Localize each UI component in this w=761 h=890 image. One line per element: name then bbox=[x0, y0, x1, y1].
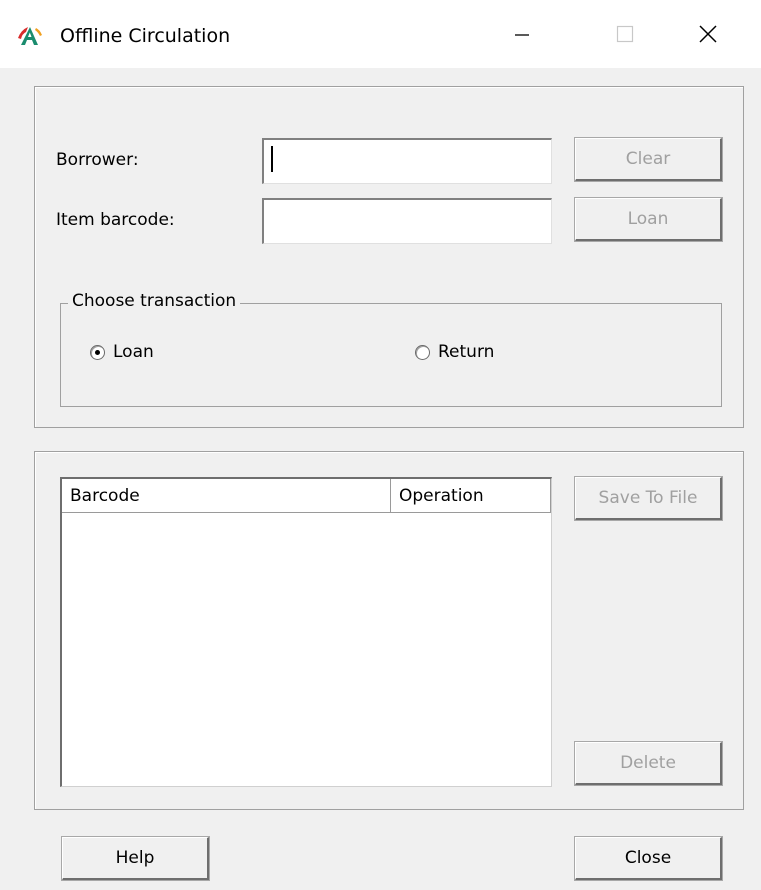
close-window-button[interactable] bbox=[668, 0, 748, 68]
loan-radio-label: Loan bbox=[113, 342, 154, 362]
return-radio-button[interactable] bbox=[415, 344, 430, 360]
return-radio-label: Return bbox=[438, 342, 495, 362]
transactions-list[interactable]: Barcode Operation bbox=[60, 477, 552, 787]
app-logo-icon bbox=[18, 27, 42, 45]
help-button[interactable]: Help bbox=[61, 836, 210, 881]
minimize-button[interactable] bbox=[482, 0, 562, 68]
column-header-operation[interactable]: Operation bbox=[391, 479, 551, 513]
item-barcode-label: Item barcode: bbox=[56, 210, 175, 230]
close-button[interactable]: Close bbox=[574, 836, 723, 881]
maximize-icon bbox=[616, 25, 634, 43]
borrower-input[interactable] bbox=[262, 138, 552, 184]
column-header-barcode[interactable]: Barcode bbox=[62, 479, 391, 513]
transaction-fieldset bbox=[60, 303, 722, 407]
return-radio-option[interactable]: Return bbox=[415, 342, 494, 362]
item-barcode-input[interactable] bbox=[262, 198, 552, 244]
list-header: Barcode Operation bbox=[62, 479, 551, 513]
minimize-icon bbox=[515, 34, 529, 36]
borrower-label: Borrower: bbox=[56, 150, 139, 170]
close-icon bbox=[699, 25, 717, 43]
loan-button[interactable]: Loan bbox=[574, 197, 723, 242]
text-caret bbox=[271, 146, 273, 172]
save-to-file-button[interactable]: Save To File bbox=[574, 476, 723, 521]
loan-radio-button[interactable] bbox=[90, 344, 105, 360]
loan-radio-option[interactable]: Loan bbox=[90, 342, 154, 362]
clear-button[interactable]: Clear bbox=[574, 137, 723, 182]
window-title: Offline Circulation bbox=[60, 25, 231, 47]
title-bar: Offline Circulation bbox=[0, 0, 761, 68]
maximize-button[interactable] bbox=[585, 0, 665, 68]
transaction-legend: Choose transaction bbox=[68, 291, 241, 311]
delete-button[interactable]: Delete bbox=[574, 741, 723, 786]
